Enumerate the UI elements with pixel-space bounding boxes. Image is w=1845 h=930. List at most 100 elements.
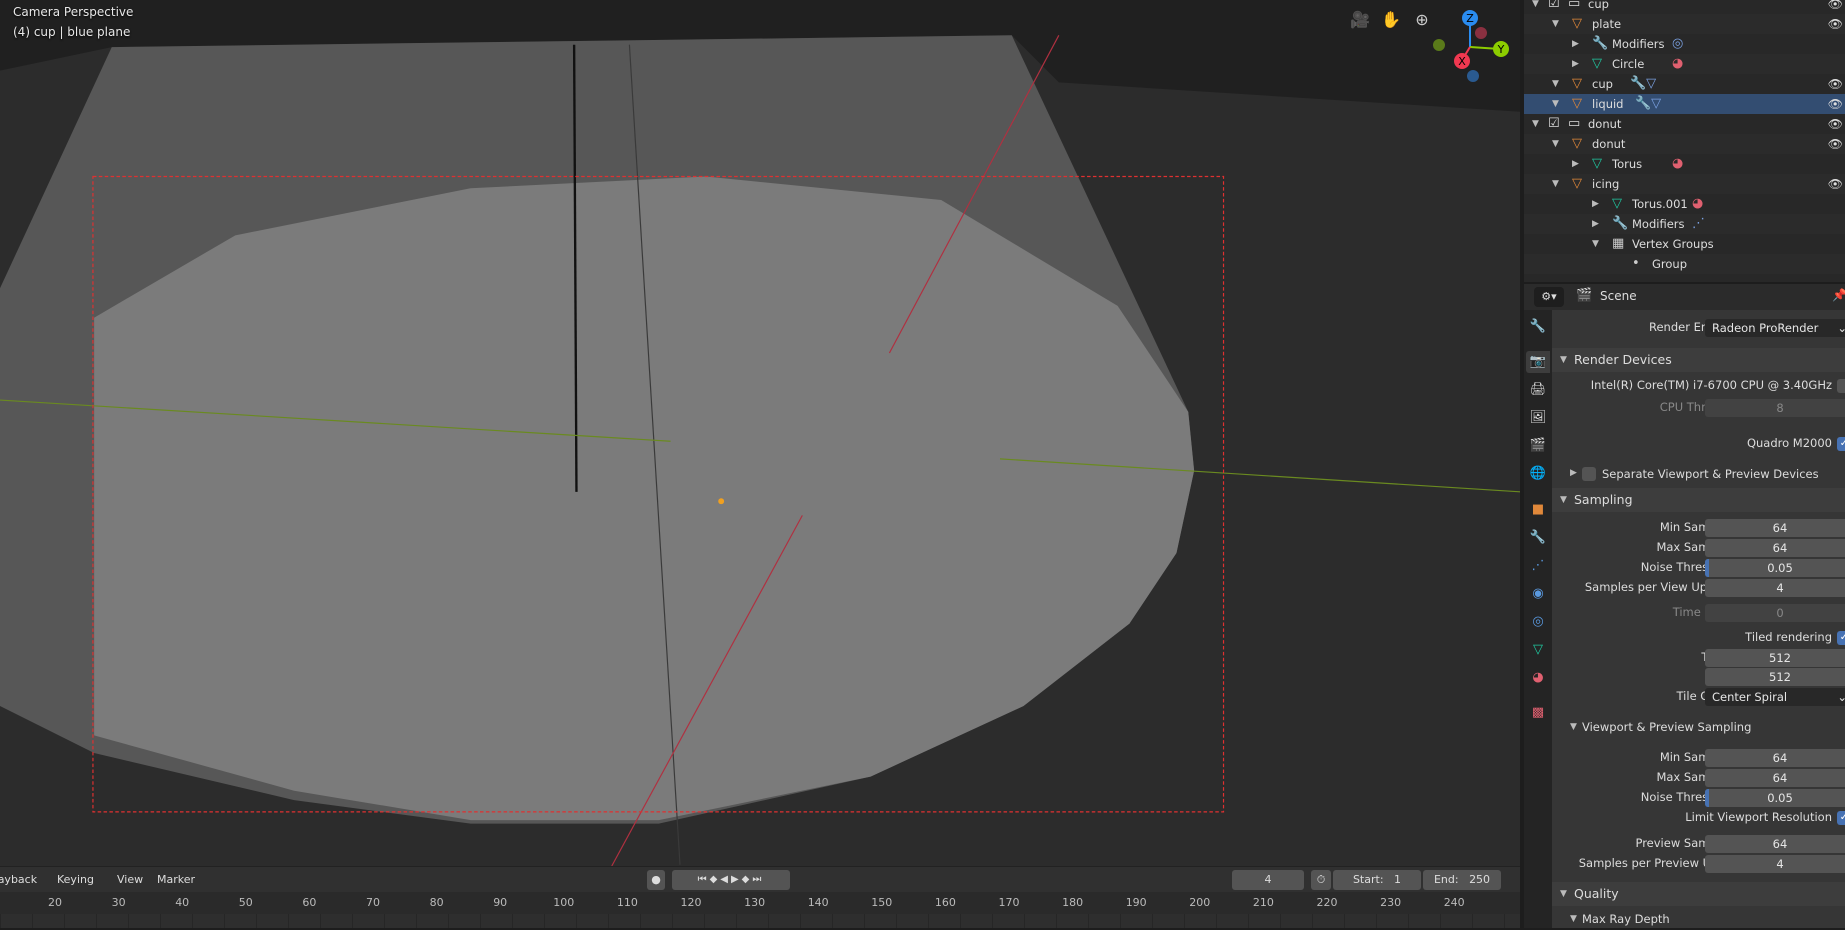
outliner-row[interactable]: ▼ ▽ icing 👁 xyxy=(1524,174,1845,194)
tile-x-input[interactable]: 512 xyxy=(1705,649,1845,667)
expand-toggle[interactable]: ▶ xyxy=(1572,154,1579,174)
eye-icon[interactable]: 👁 xyxy=(1828,94,1843,114)
noise-threshold-input[interactable]: 0.05 xyxy=(1705,559,1845,577)
outliner-row[interactable]: ▶ ▽ Torus ◕ xyxy=(1524,154,1845,174)
eye-icon[interactable]: 👁 xyxy=(1828,14,1843,34)
vp-noise-threshold-input[interactable]: 0.05 xyxy=(1705,789,1845,807)
expand-toggle[interactable]: ▼ xyxy=(1552,74,1559,94)
gpu-device-checkbox[interactable]: ✓ xyxy=(1837,437,1845,451)
material-icon[interactable]: ◕ xyxy=(1526,667,1550,689)
expand-toggle[interactable]: ▼ xyxy=(1552,94,1559,114)
outliner-row[interactable]: ▶ ▽ Torus.001 ◕ xyxy=(1524,194,1845,214)
preview-samples-input[interactable]: 64 xyxy=(1705,835,1845,853)
expand-toggle[interactable]: ▼ xyxy=(1552,14,1559,34)
texture-icon[interactable]: ▩ xyxy=(1526,702,1550,724)
navigation-gizmo[interactable]: Z Y X xyxy=(1430,5,1510,85)
expand-toggle[interactable]: ▼ xyxy=(1552,134,1559,154)
outliner-row[interactable]: ▼ ▽ liquid 🔧▽ 👁 xyxy=(1524,94,1845,114)
gpu-device-row[interactable]: Quadro M2000 ✓ xyxy=(1552,434,1845,454)
outliner-row[interactable]: ▼ ▽ cup 🔧▽ 👁 xyxy=(1524,74,1845,94)
visibility-checkbox[interactable]: ☑ xyxy=(1548,114,1560,134)
playback-controls[interactable]: ⏮◆◀▶◆⏭ xyxy=(672,870,790,890)
eye-icon[interactable]: 👁 xyxy=(1828,0,1843,14)
outliner-row[interactable]: ▼ ☑ ▭ donut 👁 xyxy=(1524,114,1845,134)
end-frame-field[interactable]: End: 250 xyxy=(1423,870,1501,890)
render-icon[interactable]: 📷 xyxy=(1526,351,1550,373)
max-samples-input[interactable]: 64 xyxy=(1705,539,1845,557)
playback-menu[interactable]: Playback xyxy=(0,873,37,886)
eye-icon[interactable]: 👁 xyxy=(1828,174,1843,194)
output-icon[interactable]: 🖨 xyxy=(1526,379,1550,401)
outliner-row[interactable]: ▶ ▽ Circle ◕ xyxy=(1524,54,1845,74)
expand-toggle[interactable]: ▶ xyxy=(1572,54,1579,74)
vp-max-samples-input[interactable]: 64 xyxy=(1705,769,1845,787)
expand-toggle[interactable]: ▼ xyxy=(1532,0,1539,14)
expand-toggle[interactable]: ▶ xyxy=(1592,194,1599,214)
tool-icon[interactable]: 🔧 xyxy=(1526,316,1550,338)
camera-icon[interactable]: 🎥 xyxy=(1349,10,1371,32)
outliner-row[interactable]: ▼ ▽ donut 👁 xyxy=(1524,134,1845,154)
tiled-rendering-checkbox[interactable]: ✓ xyxy=(1837,631,1845,645)
timeline-body[interactable] xyxy=(0,914,1520,928)
eye-icon[interactable]: 👁 xyxy=(1828,114,1843,134)
sampling-panel[interactable]: ▼ Sampling xyxy=(1552,488,1845,512)
cpu-threads-input[interactable]: 8 xyxy=(1705,399,1845,417)
vp-min-samples-input[interactable]: 64 xyxy=(1705,749,1845,767)
outliner-row[interactable]: ▼ ▦ Vertex Groups xyxy=(1524,234,1845,254)
tiled-rendering-row[interactable]: Tiled rendering ✓ xyxy=(1552,628,1845,648)
outliner-label: cup xyxy=(1588,0,1609,11)
tile-y-input[interactable]: 512 xyxy=(1705,668,1845,686)
outliner-row[interactable]: ▼ ▽ plate 👁 xyxy=(1524,14,1845,34)
eye-icon[interactable]: 👁 xyxy=(1828,134,1843,154)
limit-viewport-resolution-row[interactable]: Limit Viewport Resolution ✓ xyxy=(1552,808,1845,828)
start-frame-field[interactable]: Start: 1 xyxy=(1333,870,1421,890)
separate-devices-checkbox[interactable] xyxy=(1582,467,1596,481)
timeline-ruler[interactable]: 20 30 40 50 60 70 80 90 100 110 120 130 140 150 160 170… xyxy=(0,892,1520,914)
expand-toggle[interactable]: ▶ xyxy=(1592,214,1599,234)
limit-viewport-resolution-checkbox[interactable]: ✓ xyxy=(1837,811,1845,825)
particles-icon[interactable]: ⋰ xyxy=(1526,555,1550,577)
samples-per-update-input[interactable]: 4 xyxy=(1705,579,1845,597)
scene-icon[interactable]: 🎬 xyxy=(1526,435,1550,457)
expand-toggle[interactable]: ▼ xyxy=(1592,234,1599,254)
outliner-row[interactable]: ▶ 🔧 Modifiers ⋰ xyxy=(1524,214,1845,234)
hand-pan-icon[interactable]: ✋ xyxy=(1380,10,1402,32)
view-menu[interactable]: View xyxy=(117,873,143,886)
eye-icon[interactable]: 👁 xyxy=(1828,74,1843,94)
outliner-row[interactable]: • Group xyxy=(1524,254,1845,274)
viewport-sampling-panel[interactable]: ▼ Viewport & Preview Sampling xyxy=(1552,716,1845,738)
editor-type-button[interactable]: ⚙▾ xyxy=(1534,287,1564,307)
physics-icon[interactable]: ◉ xyxy=(1526,583,1550,605)
expand-toggle[interactable]: ▶ xyxy=(1572,34,1579,54)
current-frame-field[interactable]: 4 xyxy=(1232,870,1304,890)
samples-per-preview-input[interactable]: 4 xyxy=(1705,855,1845,873)
cpu-device-row[interactable]: Intel(R) Core(TM) i7-6700 CPU @ 3.40GHz xyxy=(1552,376,1845,396)
min-samples-input[interactable]: 64 xyxy=(1705,519,1845,537)
separate-devices-row[interactable]: ▶ Separate Viewport & Preview Devices xyxy=(1552,464,1845,484)
pin-icon[interactable]: 📌 xyxy=(1832,288,1845,302)
world-icon[interactable]: 🌐 xyxy=(1526,463,1550,485)
outliner-row[interactable]: ▼ ☑ ▭ cup 👁 xyxy=(1524,0,1845,14)
tile-order-input[interactable]: Center Spiral ⌄ xyxy=(1705,688,1845,706)
modifier-icon[interactable]: 🔧 xyxy=(1526,527,1550,549)
outliner[interactable]: ▼ ☑ ▭ cup 👁 ▼ ▽ plate 👁 ▶ 🔧 Modifiers ◎ ▶ ▽ Circle ◕ ▼ ▽ cu… xyxy=(1524,0,1845,282)
keying-menu[interactable]: Keying xyxy=(57,873,94,886)
marker-menu[interactable]: Marker xyxy=(157,873,195,886)
outliner-row[interactable]: ▶ 🔧 Modifiers ◎ xyxy=(1524,34,1845,54)
expand-toggle[interactable]: ▼ xyxy=(1532,114,1539,134)
max-ray-depth-panel[interactable]: ▼ Max Ray Depth xyxy=(1552,908,1845,930)
constraints-icon[interactable]: ◎ xyxy=(1526,611,1550,633)
render-engine-dropdown[interactable]: Radeon ProRender ⌄ xyxy=(1705,319,1845,337)
expand-toggle[interactable]: ▼ xyxy=(1552,174,1559,194)
visibility-checkbox[interactable]: ☑ xyxy=(1548,0,1560,14)
stopwatch-icon[interactable]: ⏱ xyxy=(1311,870,1331,890)
quality-panel[interactable]: ▼ Quality xyxy=(1552,882,1845,906)
record-button[interactable]: ● xyxy=(647,870,665,890)
view-layer-icon[interactable]: 🖼 xyxy=(1526,407,1550,429)
data-icon[interactable]: ▽ xyxy=(1526,639,1550,661)
cpu-device-checkbox[interactable] xyxy=(1837,379,1845,393)
render-devices-panel[interactable]: ▼ Render Devices xyxy=(1552,348,1845,372)
object-icon[interactable]: ■ xyxy=(1526,499,1550,521)
time-limit-input[interactable]: 0 xyxy=(1705,604,1845,622)
3d-viewport[interactable]: Camera Perspective (4) cup | blue plane … xyxy=(0,0,1520,866)
